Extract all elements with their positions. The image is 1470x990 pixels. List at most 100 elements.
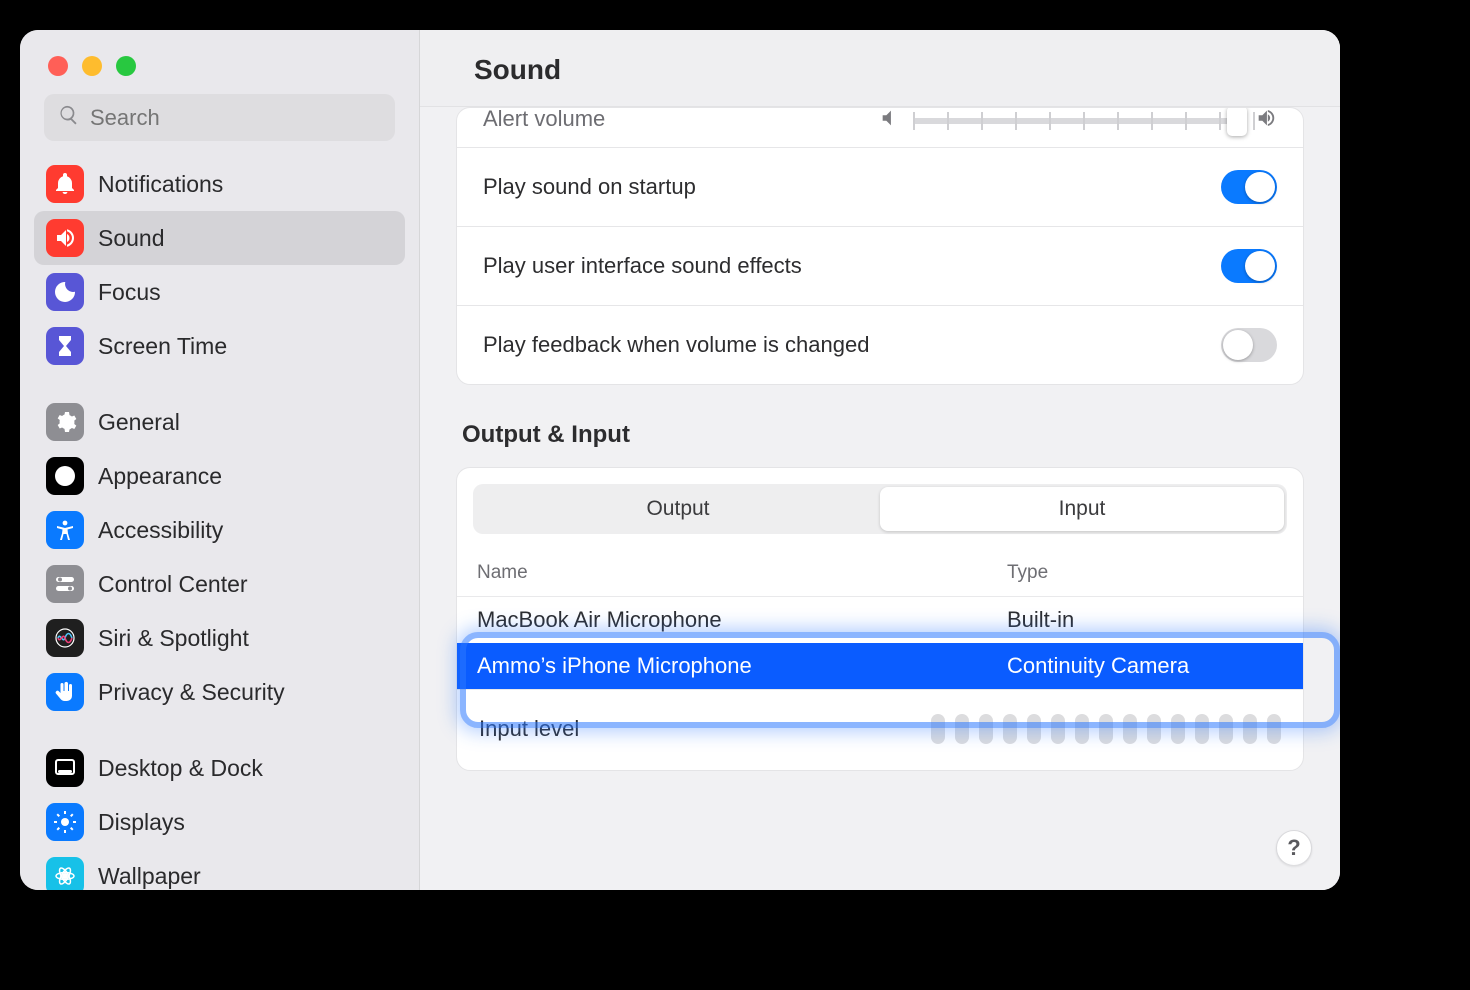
minimize-window-button[interactable] <box>82 56 102 76</box>
device-name: Ammo’s iPhone Microphone <box>477 653 1007 679</box>
sidebar-item-label: General <box>98 409 180 436</box>
level-bar <box>1003 714 1017 744</box>
sidebar-item-screen-time[interactable]: Screen Time <box>34 319 405 373</box>
io-segmented-control: Output Input <box>473 484 1287 534</box>
sound-effects-group: Alert volume <box>456 107 1304 385</box>
search-input[interactable] <box>90 105 381 131</box>
close-window-button[interactable] <box>48 56 68 76</box>
level-bar <box>931 714 945 744</box>
hourglass-icon <box>46 327 84 365</box>
level-bar <box>1099 714 1113 744</box>
level-bar <box>1123 714 1137 744</box>
input-level-meter <box>931 714 1281 744</box>
wallpaper-icon <box>46 857 84 890</box>
sidebar-item-label: Control Center <box>98 571 248 598</box>
level-bar <box>1267 714 1281 744</box>
moon-icon <box>46 273 84 311</box>
tab-output[interactable]: Output <box>476 487 880 531</box>
level-bar <box>1147 714 1161 744</box>
page-title: Sound <box>474 54 1300 86</box>
device-type: Built-in <box>1007 607 1283 633</box>
level-bar <box>955 714 969 744</box>
content-scroll[interactable]: Alert volume <box>420 107 1340 890</box>
speaker-high-icon <box>1255 108 1277 135</box>
ui-sounds-toggle[interactable] <box>1221 249 1277 283</box>
column-header-type: Type <box>1007 562 1283 584</box>
level-bar <box>1027 714 1041 744</box>
level-bar <box>1195 714 1209 744</box>
volume-feedback-toggle[interactable] <box>1221 328 1277 362</box>
bell-icon <box>46 165 84 203</box>
dock-icon <box>46 749 84 787</box>
level-bar <box>1051 714 1065 744</box>
siri-icon <box>46 619 84 657</box>
search-icon <box>58 104 90 131</box>
level-bar <box>1219 714 1233 744</box>
help-button[interactable]: ? <box>1276 830 1312 866</box>
ui-sounds-label: Play user interface sound effects <box>483 253 802 279</box>
level-bar <box>1075 714 1089 744</box>
sidebar-item-accessibility[interactable]: Accessibility <box>34 503 405 557</box>
device-table-header: Name Type <box>457 548 1303 597</box>
input-level-label: Input level <box>479 716 579 742</box>
appearance-icon <box>46 457 84 495</box>
sidebar-item-label: Privacy & Security <box>98 679 285 706</box>
window-controls <box>20 50 419 94</box>
fullscreen-window-button[interactable] <box>116 56 136 76</box>
startup-sound-label: Play sound on startup <box>483 174 696 200</box>
input-level-row: Input level <box>457 689 1303 770</box>
device-type: Continuity Camera <box>1007 653 1283 679</box>
device-row[interactable]: Ammo’s iPhone MicrophoneContinuity Camer… <box>457 643 1303 689</box>
startup-sound-row: Play sound on startup <box>457 148 1303 227</box>
sidebar-item-wallpaper[interactable]: Wallpaper <box>34 849 405 890</box>
sidebar-item-label: Sound <box>98 225 165 252</box>
titlebar: Sound <box>420 30 1340 107</box>
sidebar-item-label: Screen Time <box>98 333 227 360</box>
column-header-name: Name <box>477 562 1007 584</box>
help-icon: ? <box>1287 835 1300 861</box>
sidebar: Notifications Sound Focus Screen Time Genera… <box>20 30 420 890</box>
switches-icon <box>46 565 84 603</box>
volume-feedback-label: Play feedback when volume is changed <box>483 332 869 358</box>
alert-volume-knob[interactable] <box>1227 108 1247 136</box>
device-row[interactable]: MacBook Air MicrophoneBuilt-in <box>457 597 1303 643</box>
sun-icon <box>46 803 84 841</box>
sidebar-item-label: Wallpaper <box>98 863 201 890</box>
sidebar-item-label: Notifications <box>98 171 223 198</box>
sidebar-item-general[interactable]: General <box>34 395 405 449</box>
alert-volume-row: Alert volume <box>457 108 1303 148</box>
sidebar-item-displays[interactable]: Displays <box>34 795 405 849</box>
sidebar-item-appearance[interactable]: Appearance <box>34 449 405 503</box>
ui-sounds-row: Play user interface sound effects <box>457 227 1303 306</box>
sidebar-item-desktop-dock[interactable]: Desktop & Dock <box>34 741 405 795</box>
search-field[interactable] <box>44 94 395 141</box>
level-bar <box>979 714 993 744</box>
sidebar-item-label: Focus <box>98 279 161 306</box>
sidebar-item-label: Displays <box>98 809 185 836</box>
sidebar-list: Notifications Sound Focus Screen Time Genera… <box>20 157 419 890</box>
volume-feedback-row: Play feedback when volume is changed <box>457 306 1303 384</box>
device-name: MacBook Air Microphone <box>477 607 1007 633</box>
sidebar-item-siri-spotlight[interactable]: Siri & Spotlight <box>34 611 405 665</box>
device-table-body: MacBook Air MicrophoneBuilt-inAmmo’s iPh… <box>457 597 1303 689</box>
sidebar-item-focus[interactable]: Focus <box>34 265 405 319</box>
sidebar-item-notifications[interactable]: Notifications <box>34 157 405 211</box>
output-input-group: Output Input Name Type MacBook Air Micro… <box>456 467 1304 771</box>
sidebar-item-control-center[interactable]: Control Center <box>34 557 405 611</box>
startup-sound-toggle[interactable] <box>1221 170 1277 204</box>
alert-volume-label: Alert volume <box>483 108 605 132</box>
system-settings-window: Notifications Sound Focus Screen Time Genera… <box>20 30 1340 890</box>
sidebar-item-label: Accessibility <box>98 517 223 544</box>
level-bar <box>1171 714 1185 744</box>
output-input-heading: Output & Input <box>462 421 1298 449</box>
sidebar-item-label: Appearance <box>98 463 222 490</box>
sidebar-item-label: Siri & Spotlight <box>98 625 249 652</box>
sidebar-item-privacy-security[interactable]: Privacy & Security <box>34 665 405 719</box>
alert-volume-slider[interactable] <box>879 108 1277 135</box>
level-bar <box>1243 714 1257 744</box>
sidebar-item-label: Desktop & Dock <box>98 755 263 782</box>
sidebar-item-sound[interactable]: Sound <box>34 211 405 265</box>
gear-icon <box>46 403 84 441</box>
tab-input[interactable]: Input <box>880 487 1284 531</box>
accessibility-icon <box>46 511 84 549</box>
